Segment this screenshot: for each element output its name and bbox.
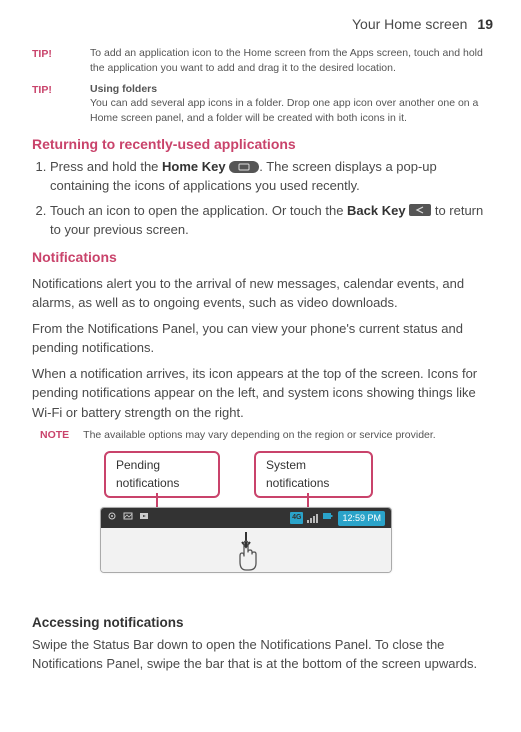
status-bar-diagram: Pending notifications System notificatio… <box>32 451 493 601</box>
clock-time: 12:59 PM <box>338 511 385 526</box>
back-key-label: Back Key <box>347 203 406 218</box>
tip2-label: TIP! <box>32 82 70 126</box>
notif-p2: From the Notifications Panel, you can vi… <box>32 319 493 358</box>
home-key-label: Home Key <box>162 159 226 174</box>
network-badge: 4G <box>290 512 303 524</box>
gallery-icon <box>123 511 133 527</box>
accessing-heading: Accessing notifications <box>32 613 493 633</box>
pending-label-box: Pending notifications <box>104 451 220 498</box>
gps-icon <box>107 511 117 527</box>
tip2-bold: Using folders <box>90 82 493 97</box>
header-section: Your Home screen <box>352 14 467 34</box>
notif-p1: Notifications alert you to the arrival o… <box>32 274 493 313</box>
note-label: NOTE <box>40 428 69 443</box>
swipe-gesture-icon <box>226 532 266 572</box>
note-text: The available options may vary depending… <box>83 428 436 443</box>
returning-heading: Returning to recently-used applications <box>32 134 493 154</box>
accessing-text: Swipe the Status Bar down to open the No… <box>32 635 493 674</box>
page-number: 19 <box>477 14 493 34</box>
statusbar-mock: 4G 12:59 PM <box>100 507 392 573</box>
hand-icon <box>234 538 262 572</box>
system-label-box: System notifications <box>254 451 373 498</box>
text: Touch an icon to open the application. O… <box>50 203 347 218</box>
back-key-icon <box>409 204 431 216</box>
notifications-heading: Notifications <box>32 247 493 267</box>
list-item: Touch an icon to open the application. O… <box>50 202 493 240</box>
battery-icon <box>322 511 334 527</box>
list-item: Press and hold the Home Key . The screen… <box>50 158 493 196</box>
tip1-text: To add an application icon to the Home s… <box>90 46 493 75</box>
home-key-icon <box>229 161 259 173</box>
text: Press and hold the <box>50 159 162 174</box>
notif-p3: When a notification arrives, its icon ap… <box>32 364 493 423</box>
tip1-label: TIP! <box>32 46 70 75</box>
signal-icon <box>307 514 318 523</box>
tip2-text: You can add several app icons in a folde… <box>90 97 478 124</box>
play-icon <box>139 511 149 527</box>
